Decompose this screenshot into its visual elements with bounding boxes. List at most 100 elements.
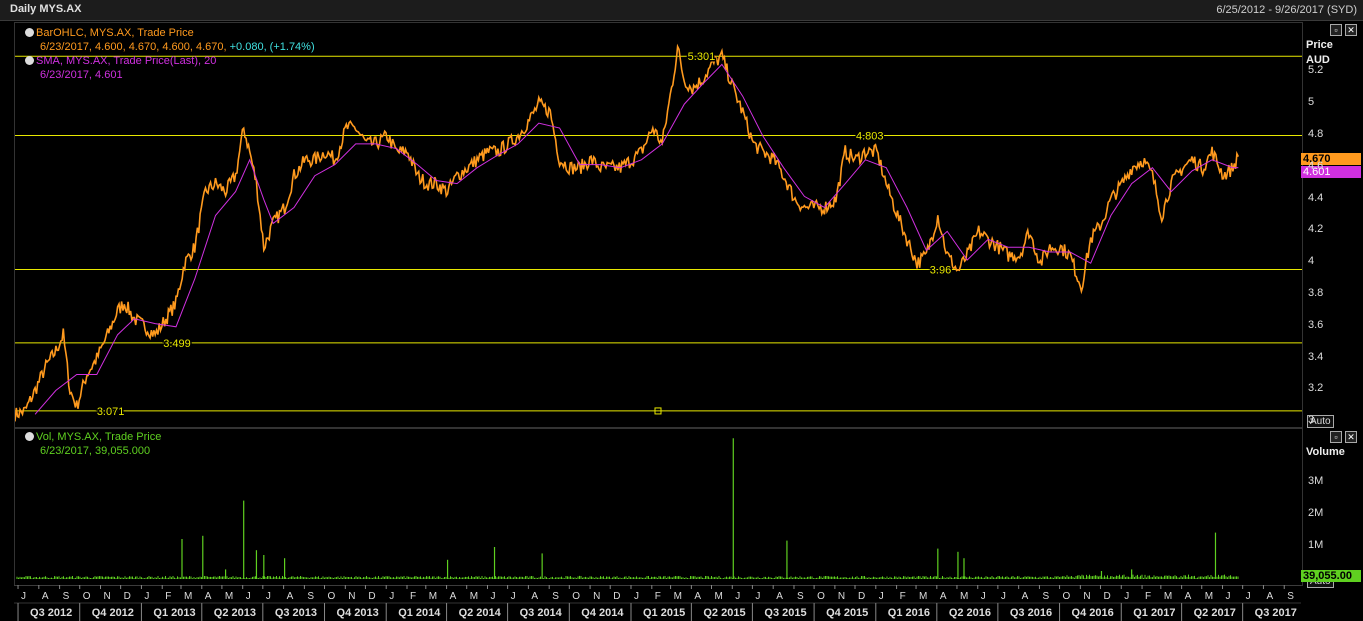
month-tick-label: M <box>225 591 233 602</box>
month-tick-label: A <box>450 591 457 602</box>
quarter-tick-label: Q3 2015 <box>764 607 806 619</box>
month-tick-label: M <box>714 591 722 602</box>
month-tick-label: O <box>328 591 336 602</box>
month-tick-label: A <box>205 591 212 602</box>
month-tick-label: O <box>817 591 825 602</box>
month-tick-label: J <box>266 591 271 602</box>
price-tick-label: 3.6 <box>1308 318 1324 331</box>
volume-panel: Vol, MYS.AX, Trade Price 6/23/2017, 39,0… <box>14 428 1303 586</box>
month-tick-label: F <box>655 591 661 602</box>
month-tick-label: M <box>470 591 478 602</box>
ohlc-legend-change: +0.080, (+1.74%) <box>226 41 315 53</box>
month-tick-label: N <box>1083 591 1090 602</box>
last-volume-tag: 39,055.00 <box>1301 570 1361 582</box>
clock-icon[interactable] <box>25 56 34 65</box>
quarter-tick-label: Q4 2014 <box>581 607 624 619</box>
clock-icon[interactable] <box>25 28 34 37</box>
ohlc-legend-values: 6/23/2017, 4.600, 4.670, 4.600, 4.670, <box>40 41 227 53</box>
date-range: 6/25/2012 - 9/26/2017 (SYD) <box>1216 4 1357 16</box>
volume-legend: Vol, MYS.AX, Trade Price 6/23/2017, 39,0… <box>25 430 161 458</box>
month-tick-label: A <box>940 591 947 602</box>
price-tick-label: 3.4 <box>1308 350 1324 363</box>
price-tick-label: 4 <box>1308 255 1315 268</box>
close-icon[interactable]: ✕ <box>1345 431 1357 443</box>
vol-legend-values: 6/23/2017, 39,055.000 <box>40 445 151 457</box>
ohlc-legend-title: BarOHLC, MYS.AX, Trade Price <box>36 27 194 39</box>
month-tick-label: A <box>531 591 538 602</box>
month-tick-label: D <box>124 591 131 602</box>
restore-icon[interactable]: ▫ <box>1330 24 1342 36</box>
window-title: Daily MYS.AX <box>10 3 82 15</box>
price-axis-title: Price <box>1306 39 1333 51</box>
quarter-tick-label: Q3 2017 <box>1255 607 1297 619</box>
month-tick-label: S <box>797 591 804 602</box>
month-tick-label: F <box>900 591 906 602</box>
month-tick-label: S <box>307 591 314 602</box>
month-tick-label: J <box>389 591 394 602</box>
month-tick-label: S <box>1042 591 1049 602</box>
quarter-tick-label: Q3 2014 <box>520 607 563 619</box>
month-tick-label: D <box>613 591 620 602</box>
month-tick-label: A <box>287 591 294 602</box>
month-tick-label: A <box>1022 591 1029 602</box>
month-tick-label: M <box>184 591 192 602</box>
month-tick-label: M <box>1205 591 1213 602</box>
month-tick-label: A <box>1185 591 1192 602</box>
support-line-label: 3.96 <box>930 265 951 277</box>
month-tick-label: S <box>1287 591 1294 602</box>
month-tick-label: N <box>838 591 845 602</box>
quarter-tick-label: Q2 2016 <box>949 607 991 619</box>
quarter-tick-label: Q3 2016 <box>1010 607 1052 619</box>
price-tick-label: 3 <box>1308 414 1315 427</box>
quarter-tick-label: Q2 2017 <box>1194 607 1236 619</box>
month-tick-label: J <box>1001 591 1006 602</box>
quarter-tick-label: Q2 2015 <box>703 607 745 619</box>
clock-icon[interactable] <box>25 432 34 441</box>
month-tick-label: D <box>1103 591 1110 602</box>
quarter-tick-label: Q1 2016 <box>888 607 930 619</box>
support-line-label: 4.803 <box>856 130 884 142</box>
sma-legend-title: SMA, MYS.AX, Trade Price(Last), <box>36 55 202 67</box>
sma-legend-period: 20 <box>204 55 217 67</box>
price-tick-label: 4.8 <box>1308 127 1324 140</box>
month-tick-label: M <box>919 591 927 602</box>
vol-legend-title: Vol, MYS.AX, Trade Price <box>36 431 162 443</box>
month-tick-label: M <box>429 591 437 602</box>
month-tick-label: J <box>735 591 740 602</box>
month-tick-label: A <box>776 591 783 602</box>
price-panel: 5.301 4.803 3.96 3.499 3.071 BarOHLC, MYS.AX… <box>14 22 1303 428</box>
quarter-tick-label: Q1 2014 <box>398 607 441 619</box>
month-tick-label: F <box>1145 591 1151 602</box>
volume-tick-label: 2M <box>1308 507 1324 519</box>
price-legend: BarOHLC, MYS.AX, Trade Price 6/23/2017, … <box>25 26 315 82</box>
month-tick-label: O <box>572 591 580 602</box>
month-tick-label: D <box>368 591 375 602</box>
x-axis: JASONDJFMAMJJASONDJFMAMJJASONDJFMAMJJASO… <box>14 585 1301 621</box>
price-tick-label: 3.8 <box>1308 286 1324 299</box>
price-tick-label: 5.2 <box>1308 64 1324 77</box>
quarter-tick-label: Q3 2013 <box>275 607 317 619</box>
month-tick-label: J <box>511 591 516 602</box>
month-tick-label: D <box>858 591 865 602</box>
month-tick-label: M <box>960 591 968 602</box>
quarter-tick-label: Q2 2014 <box>459 607 502 619</box>
support-line-label: 5.301 <box>688 51 716 63</box>
month-tick-label: J <box>981 591 986 602</box>
support-line-label: 3.071 <box>97 406 125 418</box>
month-tick-label: A <box>42 591 49 602</box>
month-tick-label: A <box>694 591 701 602</box>
month-tick-label: J <box>490 591 495 602</box>
price-tick-label: 3.2 <box>1308 382 1324 395</box>
volume-tick-label: 3M <box>1308 475 1324 487</box>
month-tick-label: J <box>1124 591 1129 602</box>
sma-legend-values: 6/23/2017, 4.601 <box>40 69 123 81</box>
month-tick-label: M <box>674 591 682 602</box>
month-tick-label: O <box>1063 591 1071 602</box>
quarter-tick-label: Q4 2013 <box>337 607 379 619</box>
close-icon[interactable]: ✕ <box>1345 24 1357 36</box>
month-tick-label: N <box>593 591 600 602</box>
quarter-tick-label: Q1 2015 <box>643 607 685 619</box>
restore-icon[interactable]: ▫ <box>1330 431 1342 443</box>
quarter-tick-label: Q4 2012 <box>92 607 134 619</box>
price-tick-label: 5 <box>1308 96 1315 109</box>
